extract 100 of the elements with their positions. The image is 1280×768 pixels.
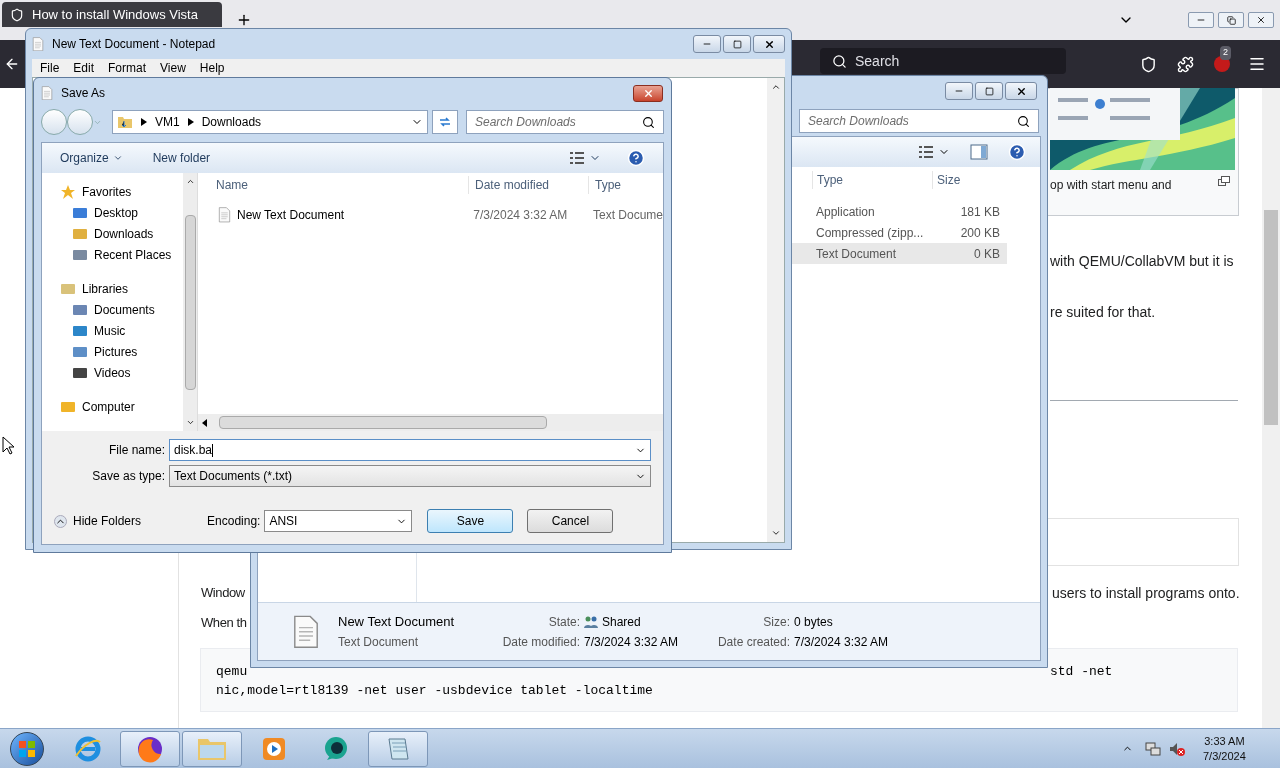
refresh-button[interactable]	[432, 110, 458, 134]
maximize-icon	[732, 39, 742, 49]
menu-item[interactable]: Format	[108, 59, 147, 77]
nav-item[interactable]: Pictures	[42, 341, 183, 362]
dialog-title: Save As	[61, 85, 106, 102]
search-icon	[1017, 114, 1030, 128]
close-button[interactable]	[633, 84, 663, 102]
address-bar[interactable]: VM1 Downloads	[112, 110, 428, 134]
scrollbar-thumb[interactable]	[184, 214, 196, 390]
close-button[interactable]	[753, 35, 785, 53]
scroll-down-icon[interactable]	[185, 418, 195, 427]
scroll-left-icon[interactable]	[202, 418, 207, 427]
nav-item[interactable]: Recent Places	[42, 244, 183, 265]
details-label: Date created:	[717, 633, 790, 651]
breadcrumb-item[interactable]: VM1	[155, 113, 180, 131]
column-header[interactable]: Size	[932, 171, 1022, 189]
file-name: New Text Document	[237, 207, 345, 224]
scroll-up-icon[interactable]	[185, 177, 195, 186]
start-button[interactable]	[10, 731, 44, 766]
details-label: State:	[548, 613, 580, 631]
field-label: Save as type:	[91, 468, 166, 485]
breadcrumb-item[interactable]: Downloads	[201, 113, 262, 131]
minimize-button[interactable]	[693, 35, 721, 53]
back-icon[interactable]	[4, 56, 20, 72]
nav-item[interactable]: Downloads	[42, 223, 183, 244]
column-header[interactable]: Type	[812, 171, 932, 189]
enlarge-icon[interactable]	[1218, 176, 1230, 186]
document-icon	[218, 207, 231, 223]
file-date: 7/3/2024 3:32 AM	[472, 207, 569, 224]
nav-item[interactable]: Libraries	[42, 278, 183, 299]
details-value: Shared	[602, 613, 641, 631]
column-header[interactable]: Type	[588, 176, 621, 194]
restore-icon	[1226, 15, 1236, 25]
column-header[interactable]: Date modified	[468, 176, 588, 194]
nav-item[interactable]: Videos	[42, 362, 183, 383]
save-type-dropdown[interactable]: Text Documents (*.txt)	[169, 465, 651, 487]
search-field[interactable]: Search	[820, 48, 1066, 74]
details-type: Text Document	[338, 634, 420, 652]
code-text: std -net	[1050, 663, 1113, 681]
view-icon[interactable]	[569, 151, 601, 165]
file-row[interactable]: New Text Document 7/3/2024 3:32 AM Text Docume	[198, 205, 663, 225]
taskbar-button[interactable]	[120, 730, 180, 767]
search-placeholder: Search	[855, 51, 900, 71]
menu-item[interactable]: Help	[199, 59, 225, 77]
maximize-button[interactable]	[723, 35, 751, 53]
network-icon[interactable]	[1145, 740, 1161, 757]
document-icon	[32, 36, 44, 52]
window-title: New Text Document - Notepad	[52, 36, 216, 53]
nav-item[interactable]: Documents	[42, 299, 183, 320]
organize-button[interactable]: Organize	[60, 149, 123, 167]
restore-button[interactable]	[1218, 12, 1244, 28]
menu-icon[interactable]	[1248, 55, 1266, 73]
encoding-dropdown[interactable]: ANSI	[264, 510, 413, 532]
file-type: Text Docume	[591, 207, 663, 224]
scrollbar-thumb[interactable]	[219, 416, 547, 429]
details-value: 7/3/2024 3:32 AM	[794, 633, 889, 651]
save-button[interactable]: Save	[427, 509, 514, 533]
scroll-up-icon[interactable]	[770, 82, 781, 92]
caret-icon	[112, 153, 123, 163]
code-text: nic,model=rtl8139 -net user -usbdevice tablet -localtime	[216, 682, 653, 700]
nav-icon	[60, 183, 76, 200]
close-icon	[1015, 85, 1027, 97]
breadcrumb-arrow-icon	[187, 118, 194, 126]
new-tab-icon[interactable]	[236, 12, 252, 28]
menu-item[interactable]: File	[40, 59, 60, 77]
hide-folders-button[interactable]: Hide Folders	[54, 512, 142, 530]
nav-item[interactable]: Desktop	[42, 202, 183, 223]
help-icon[interactable]	[627, 149, 645, 167]
search-icon	[832, 53, 847, 69]
extension-badge: 2	[1220, 46, 1231, 60]
search-field[interactable]: Search Downloads	[799, 109, 1039, 133]
menu-item[interactable]: View	[160, 59, 186, 77]
image-caption: op with start menu and	[1050, 177, 1172, 194]
field-label: File name:	[107, 442, 166, 459]
scroll-down-icon[interactable]	[770, 528, 781, 538]
help-icon[interactable]	[1008, 143, 1026, 161]
cancel-button[interactable]: Cancel	[527, 509, 614, 533]
paragraph-text: users to install programs onto.	[1052, 584, 1240, 603]
people-icon	[584, 615, 598, 628]
search-field[interactable]: Search Downloads	[466, 110, 664, 134]
search-placeholder: Search Downloads	[808, 113, 909, 130]
column-header[interactable]: Name	[198, 176, 468, 194]
nav-item[interactable]: Favorites	[42, 181, 183, 202]
maximize-button[interactable]	[975, 82, 1003, 100]
nav-item[interactable]: Computer	[42, 396, 183, 417]
file-name-field[interactable]: disk.ba	[169, 439, 651, 461]
paragraph-text: When th	[201, 614, 247, 632]
close-button[interactable]	[1005, 82, 1037, 100]
search-icon	[642, 115, 655, 129]
close-icon	[763, 38, 775, 50]
extensions-icon[interactable]	[1177, 55, 1194, 73]
menu-item[interactable]: Edit	[73, 59, 95, 77]
view-icon[interactable]	[918, 145, 950, 159]
nav-item[interactable]: Music	[42, 320, 183, 341]
minimize-button[interactable]	[945, 82, 973, 100]
close-button[interactable]	[1248, 12, 1274, 28]
browser-tab[interactable]: How to install Windows Vista	[2, 2, 222, 27]
new-folder-button[interactable]: New folder	[152, 149, 211, 167]
minimize-button[interactable]	[1188, 12, 1214, 28]
tab-favicon-icon	[10, 7, 24, 22]
